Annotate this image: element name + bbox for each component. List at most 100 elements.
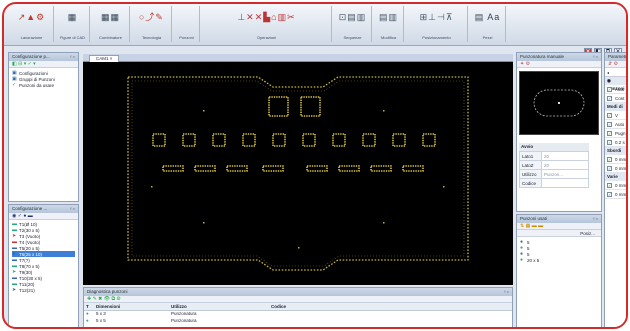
tool-label: T12(21) xyxy=(19,287,35,293)
pin-icon[interactable]: ᵡ × xyxy=(504,288,509,296)
pin-icon[interactable]: ᵡ × xyxy=(593,53,598,61)
marker-dot xyxy=(383,222,385,224)
ribbon-group-label: Pezzi xyxy=(482,35,493,40)
ribbon-group-icons[interactable]: ▤▥ xyxy=(374,12,403,22)
ribbon-toolbar: ↗▲⚙ Lavorazione ▦ Figure di CAD ▦▦ Combinator… xyxy=(4,4,626,46)
cad-canvas[interactable] xyxy=(83,62,513,285)
params-combo[interactable]: ◂ xyxy=(605,68,626,77)
ribbon-group-icons[interactable]: ↗▲⚙ xyxy=(10,12,53,22)
codice-field[interactable] xyxy=(541,178,589,188)
params-section-header[interactable]: Modi di xyxy=(605,103,626,111)
manual-panel-toolbar[interactable]: ✦ ⚙ xyxy=(517,61,601,68)
param-row[interactable]: ✓ Auto xyxy=(605,120,626,129)
param-row[interactable]: ✓ 0 mm xyxy=(605,190,626,199)
param-row[interactable]: ✓ 0 mm xyxy=(605,181,626,190)
col-t[interactable]: T xyxy=(84,303,94,311)
checkbox[interactable]: ✓ xyxy=(607,95,612,101)
marker-dot xyxy=(298,247,300,249)
punch-properties: Avvio Lato1 20 LatoZ 20 Utilizzo Punzon... … xyxy=(519,143,589,188)
checkbox[interactable]: ✓ xyxy=(607,121,612,127)
tab-close-icon[interactable]: × xyxy=(110,56,113,61)
param-label: 0.2 s xyxy=(615,139,625,145)
ribbon-group[interactable]: ⊡▤▥ Sequenze xyxy=(334,6,372,42)
diagnostics-toolbar[interactable]: ✚ ✎ ✖ 👁 ⧉ ⚙ xyxy=(84,296,512,303)
square-hole xyxy=(182,133,196,147)
checkbox[interactable]: ✓ xyxy=(607,130,612,136)
ribbon-group[interactable]: ⊞⊥⊣⊼ Posizionamento xyxy=(406,6,468,42)
latoz-field[interactable]: 20 xyxy=(541,160,589,170)
app-window: ↗▲⚙ Lavorazione ▦ Figure di CAD ▦▦ Combinator… xyxy=(2,2,628,329)
param-row[interactable]: ✓ 0 mm xyxy=(605,164,626,173)
lato1-field[interactable]: 20 xyxy=(541,151,589,161)
ribbon-group[interactable]: ↗▲⚙ Lavorazione xyxy=(10,6,54,42)
params-section-header[interactable]: Varie xyxy=(605,173,626,181)
part-outline xyxy=(127,76,469,271)
table-row[interactable]: ● 5 x 5 Punzonatura xyxy=(84,317,512,324)
checkbox[interactable]: ✓ xyxy=(607,182,612,188)
ribbon-group-icons[interactable]: ▤ Aa xyxy=(470,12,505,22)
pin-icon[interactable]: ᵡ × xyxy=(593,215,598,223)
slot-hole xyxy=(402,165,424,172)
square-hole xyxy=(392,133,406,147)
param-row[interactable]: ✓ 0.2 s xyxy=(605,138,626,147)
ribbon-group-label: Sequenze xyxy=(343,35,362,40)
square-hole xyxy=(212,133,226,147)
ribbon-group-icons[interactable]: ▦ xyxy=(56,12,89,22)
ribbon-group[interactable]: Punzoni xyxy=(174,6,200,42)
param-row[interactable]: ✓ V xyxy=(605,111,626,120)
param-row[interactable]: ✓ Pugn xyxy=(605,129,626,138)
marker-dot xyxy=(203,110,205,112)
pin-icon[interactable]: ᵡ × xyxy=(70,53,75,61)
ribbon-group[interactable]: ○⤴✎ Tecnologia xyxy=(132,6,172,42)
table-row[interactable]: ● 5 x 3 Punzonatura xyxy=(84,310,512,317)
checkbox[interactable]: ✓ xyxy=(607,112,612,118)
ribbon-group-label: Modifica xyxy=(381,35,396,40)
diagnostics-table: T Dimensioni Utilizzo Codice ● 5 x 3 Pun… xyxy=(84,303,512,324)
tool-label: T9(30) xyxy=(19,269,33,275)
checkbox[interactable]: ✓ xyxy=(607,139,612,145)
ribbon-group[interactable]: ⊥✕✕▙⌂▥✂ Operazioni xyxy=(202,6,332,42)
tool-icon: ▬ xyxy=(12,263,17,269)
ribbon-group-label: Operazioni xyxy=(256,35,277,40)
tool-icon: ➤ xyxy=(12,233,17,239)
pin-icon[interactable]: ᵡ × xyxy=(70,205,75,213)
ribbon-group-label: Punzoni xyxy=(179,35,194,40)
checkbox[interactable]: ✓ xyxy=(607,165,612,171)
params-section-header[interactable]: Sbordi xyxy=(605,147,626,155)
ribbon-group-icons[interactable]: ⊡▤▥ xyxy=(334,12,371,22)
col-dimensioni[interactable]: Dimensioni xyxy=(94,303,169,311)
slot-hole xyxy=(262,165,284,172)
param-row[interactable]: ✓ Cont xyxy=(605,94,626,103)
ribbon-group[interactable]: ▦▦ Combinatore xyxy=(92,6,130,42)
tools-panel-toolbar[interactable]: ◉ ✓ ● ▬ xyxy=(9,213,78,220)
utilizzo-field[interactable]: Punzon... xyxy=(541,169,589,179)
column-header-posizione[interactable]: Posiz... xyxy=(517,230,601,237)
slot-hole xyxy=(194,165,216,172)
checkbox[interactable]: ✓ xyxy=(607,191,612,197)
ribbon-group-icons[interactable]: ▦▦ xyxy=(92,12,129,22)
ribbon-group[interactable]: ▤ Aa Pezzi xyxy=(470,6,506,42)
group-icon: ▣ xyxy=(12,76,17,82)
slot-hole xyxy=(162,165,184,172)
tree-item-punzoni[interactable]: ✓ Punzoni da usare xyxy=(12,82,75,88)
ribbon-group[interactable]: ▦ Figure di CAD xyxy=(56,6,90,42)
ribbon-group-icons[interactable]: ○⤴✎ xyxy=(132,12,171,22)
col-codice[interactable]: Codice xyxy=(269,303,512,311)
manual-panel-title: Punzonatura manuale ᵡ × xyxy=(517,53,601,61)
params-tab[interactable]: ◉ Punzoni xyxy=(605,77,626,91)
ribbon-group-icons[interactable]: ⊞⊥⊣⊼ xyxy=(406,12,467,22)
params-panel-toolbar[interactable]: ⇵ ⚙ xyxy=(605,61,626,68)
ribbon-group-icons[interactable]: ⊥✕✕▙⌂▥✂ xyxy=(202,12,331,22)
tab-cam1[interactable]: CAM1 × xyxy=(89,55,120,62)
col-utilizzo[interactable]: Utilizzo xyxy=(169,303,269,311)
used-punch-item[interactable]: ● 20 x 5 xyxy=(520,257,598,263)
checkbox[interactable]: ✓ xyxy=(607,156,612,162)
config-panel-toolbar[interactable]: ◧ ⊟ ▾ ✓ ▾ xyxy=(9,61,78,68)
param-row[interactable]: ✓ 0 mm xyxy=(605,155,626,164)
checkbox[interactable]: ✓ xyxy=(607,86,612,92)
tool-label: T6(25 x 10) xyxy=(19,251,43,257)
used-panel-toolbar[interactable]: ⇅ ▦ ▬ ▬ xyxy=(517,223,601,230)
ribbon-group[interactable]: ▤▥ Modifica xyxy=(374,6,404,42)
tool-item[interactable]: ➤ T12(21) xyxy=(12,287,75,293)
used-punch-label: 20 x 5 xyxy=(527,257,540,263)
